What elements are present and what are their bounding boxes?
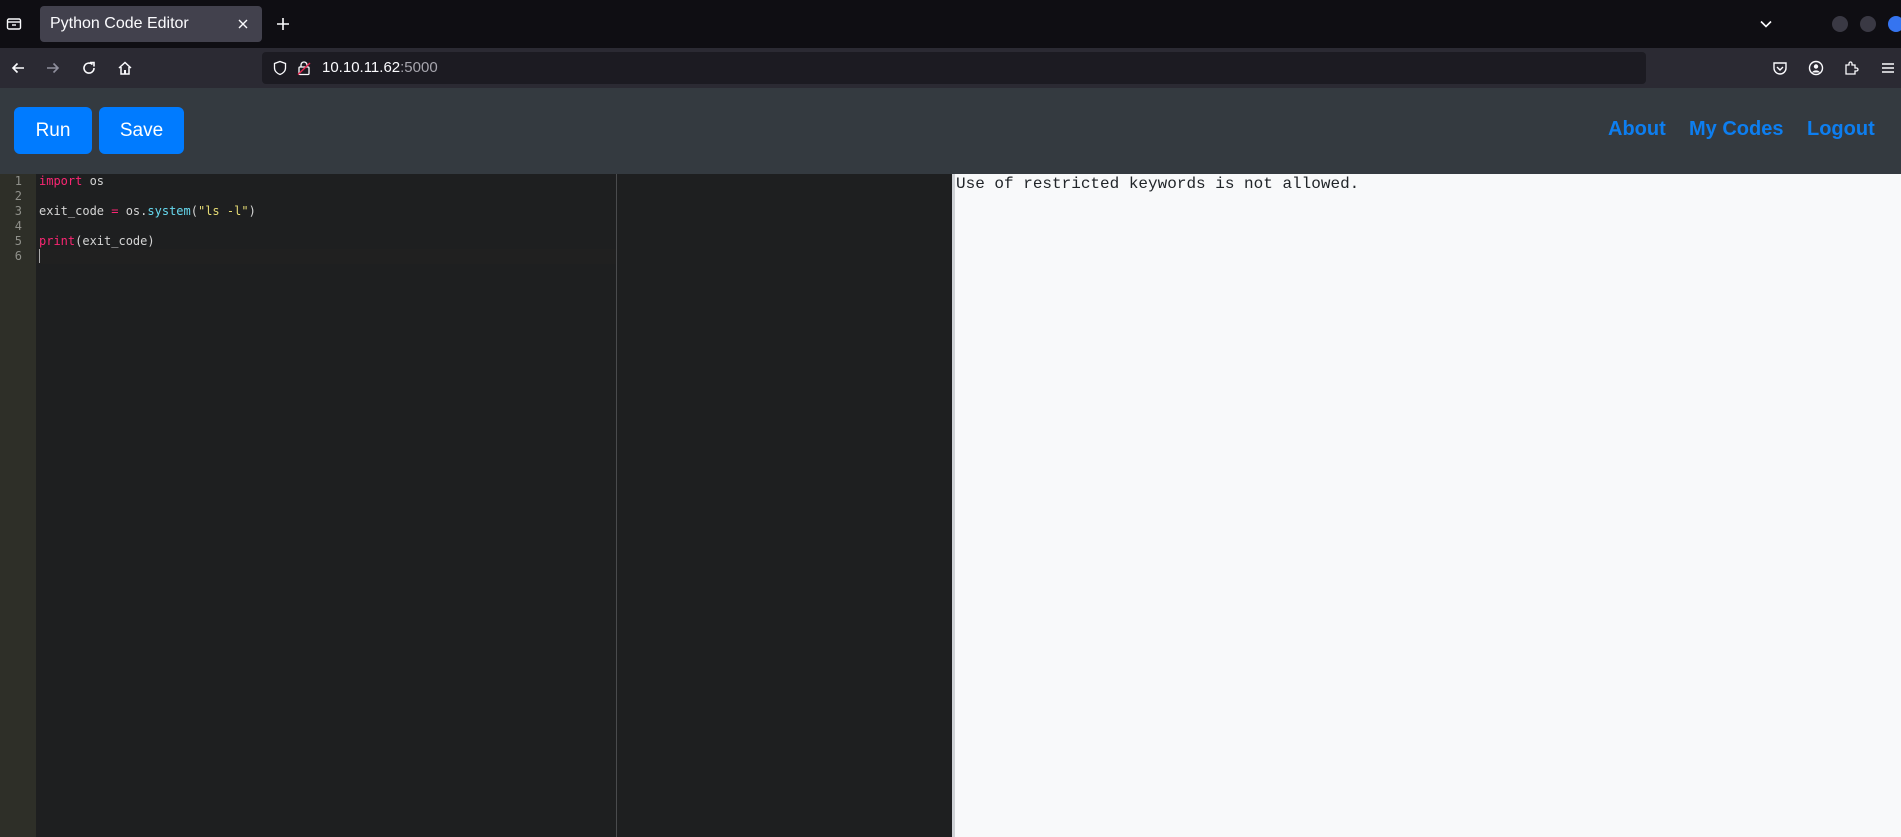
code-keyword: import (39, 174, 83, 188)
code-editor[interactable]: 1 2 3 4 5 6 import os exit_code = os.sys… (0, 174, 952, 837)
output-text: Use of restricted keywords is not allowe… (956, 175, 1360, 193)
window-close-icon[interactable] (1888, 16, 1901, 32)
line-number: 4 (14, 219, 22, 233)
code-text: os (82, 174, 105, 188)
code-function: system (147, 204, 191, 218)
back-arrow-icon[interactable] (6, 56, 30, 80)
editor-gutter: 1 2 3 4 5 6 (0, 174, 36, 837)
nav-link-logout[interactable]: Logout (1807, 118, 1875, 141)
extensions-icon[interactable] (1839, 56, 1863, 80)
minimize-icon[interactable] (1832, 16, 1848, 32)
tab-list-icon[interactable] (0, 12, 28, 36)
code-builtin: print (39, 234, 76, 248)
nav-link-my-codes[interactable]: My Codes (1689, 118, 1783, 141)
maximize-icon[interactable] (1860, 16, 1876, 32)
menu-icon[interactable] (1876, 56, 1900, 80)
browser-tab-bar: Python Code Editor (0, 0, 1901, 48)
reload-icon[interactable] (77, 56, 101, 80)
account-icon[interactable] (1804, 56, 1828, 80)
code-text: ) (248, 204, 256, 218)
code-text: (exit_code) (75, 234, 155, 248)
new-tab-icon[interactable] (271, 12, 295, 36)
nav-link-about[interactable]: About (1608, 118, 1666, 141)
url-host: 10.10.11.62 (322, 59, 401, 76)
url-port: :5000 (400, 59, 438, 76)
forward-arrow-icon[interactable] (41, 56, 65, 80)
code-text: os. (118, 204, 148, 218)
code-line: print(exit_code) (39, 234, 155, 249)
code-line: exit_code = os.system("ls -l") (39, 204, 256, 219)
url-bar[interactable]: 10.10.11.62:5000 (262, 52, 1646, 84)
line-number: 2 (14, 189, 22, 203)
insecure-lock-icon[interactable] (294, 58, 314, 78)
run-button[interactable]: Run (14, 107, 92, 154)
output-pane: Use of restricted keywords is not allowe… (955, 174, 1901, 837)
close-icon[interactable] (234, 15, 252, 33)
shield-icon[interactable] (270, 58, 290, 78)
browser-tab[interactable]: Python Code Editor (40, 6, 262, 42)
line-number: 1 (14, 174, 22, 188)
chevron-down-icon[interactable] (1754, 12, 1778, 36)
pocket-icon[interactable] (1768, 56, 1792, 80)
home-icon[interactable] (113, 56, 137, 80)
line-number: 5 (14, 234, 22, 248)
active-line-highlight (36, 249, 616, 264)
text-cursor (39, 249, 40, 263)
code-string: "ls -l" (197, 204, 249, 218)
line-number: 3 (14, 204, 22, 218)
save-button[interactable]: Save (99, 107, 184, 154)
app-navbar: Run Save About My Codes Logout (0, 88, 1901, 174)
print-margin (616, 174, 617, 837)
code-text: exit_code (39, 204, 112, 218)
code-line: import os (39, 174, 104, 189)
code-text: ( (190, 204, 198, 218)
tab-title: Python Code Editor (50, 15, 189, 32)
url-text: 10.10.11.62:5000 (322, 59, 438, 76)
line-number: 6 (14, 249, 22, 263)
